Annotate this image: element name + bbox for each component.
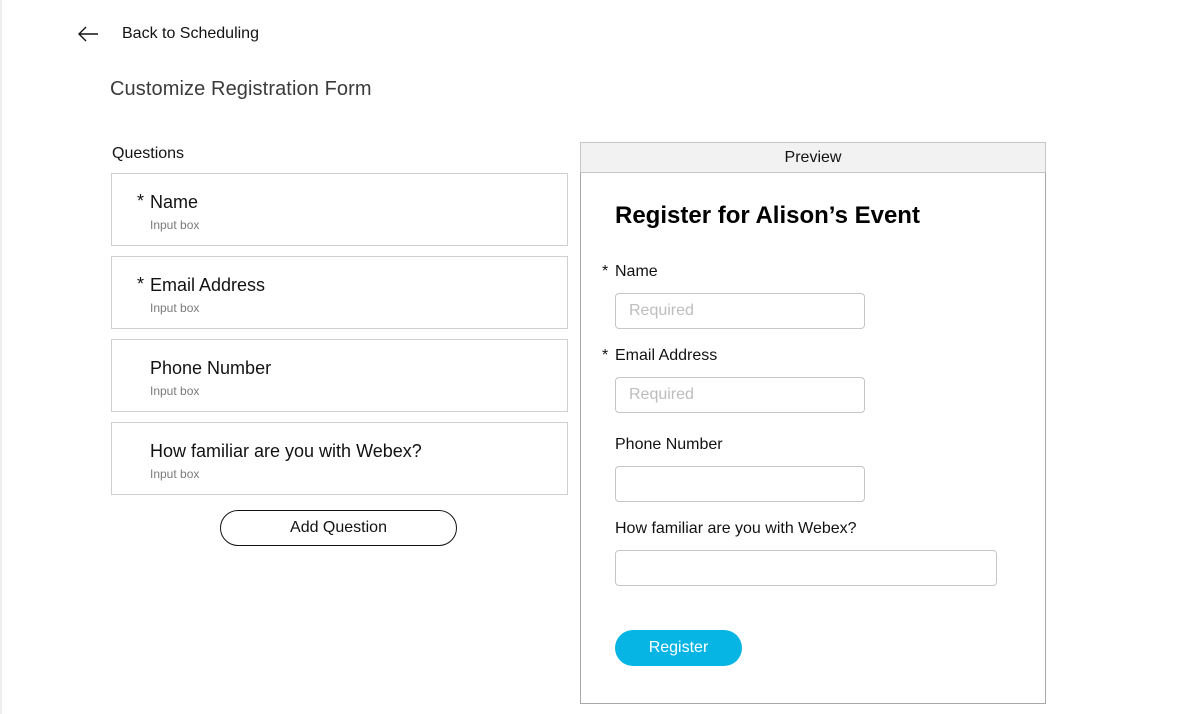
field-label-email: Email Address <box>615 347 718 364</box>
name-input[interactable] <box>615 293 865 329</box>
left-edge-divider <box>0 0 2 714</box>
question-title: Name <box>150 192 199 212</box>
preview-panel: Register for Alison’s Event * Name * Ema… <box>580 172 1046 704</box>
required-mark: * <box>137 274 145 294</box>
field-label-phone: Phone Number <box>615 436 723 453</box>
question-type: Input box <box>150 467 200 481</box>
question-type: Input box <box>150 384 200 398</box>
phone-input[interactable] <box>615 466 865 502</box>
questions-label: Questions <box>112 145 185 162</box>
field-label-name: Name <box>615 263 658 280</box>
field-label-webex-familiarity: How familiar are you with Webex? <box>615 520 857 537</box>
required-mark: * <box>137 191 145 211</box>
page-title: Customize Registration Form <box>110 78 372 100</box>
question-title: Phone Number <box>150 358 272 378</box>
email-input[interactable] <box>615 377 865 413</box>
preview-form-title: Register for Alison’s Event <box>615 202 920 229</box>
question-card-phone[interactable]: Phone Number Input box <box>111 339 568 412</box>
question-title: Email Address <box>150 275 266 295</box>
question-title: How familiar are you with Webex? <box>150 441 422 461</box>
webex-familiarity-input[interactable] <box>615 550 997 586</box>
arrow-left-icon <box>78 26 98 42</box>
preview-header: Preview <box>580 142 1046 173</box>
back-to-scheduling-link[interactable]: Back to Scheduling <box>76 20 259 48</box>
question-card-name[interactable]: * Name Input box <box>111 173 568 246</box>
required-mark: * <box>602 347 609 364</box>
register-button[interactable]: Register <box>615 630 742 666</box>
question-card-webex-familiarity[interactable]: How familiar are you with Webex? Input b… <box>111 422 568 495</box>
question-card-email[interactable]: * Email Address Input box <box>111 256 568 329</box>
add-question-button[interactable]: Add Question <box>220 510 457 546</box>
required-mark: * <box>602 263 609 280</box>
question-type: Input box <box>150 218 200 232</box>
back-link-label: Back to Scheduling <box>122 25 259 42</box>
question-type: Input box <box>150 301 200 315</box>
